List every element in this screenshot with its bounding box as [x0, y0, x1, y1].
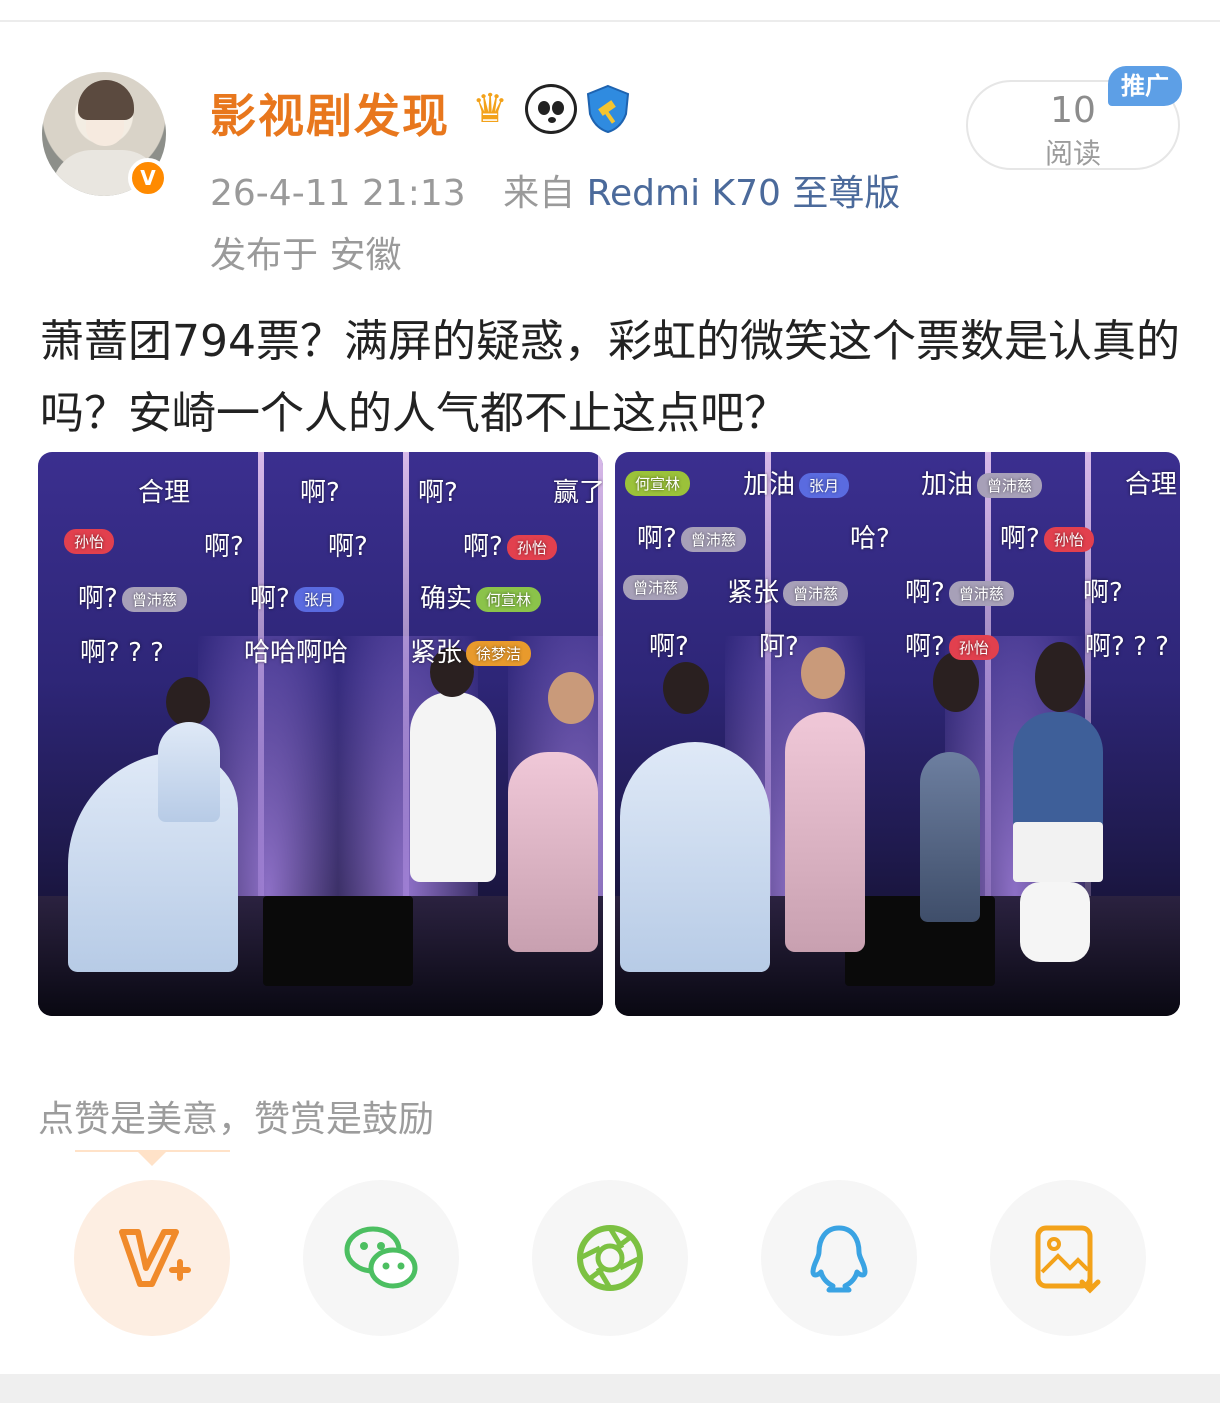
qq-icon [810, 1225, 868, 1293]
post-image-2[interactable]: 何宣林 加油 张月 加油 曾沛慈 合理 啊? 曾沛慈 哈? 啊? 孙怡 曾沛慈 紧张 曾沛… [615, 452, 1180, 1016]
danmaku: 孙怡 [60, 526, 115, 556]
reward-button[interactable] [74, 1180, 230, 1336]
danmaku: 阿? [759, 632, 799, 662]
danmaku: 加油 曾沛慈 [921, 464, 1043, 501]
danmaku: 啊? 孙怡 [905, 626, 999, 663]
dancer-head [801, 647, 845, 699]
panda-icon[interactable] [525, 84, 577, 134]
performer-head [166, 677, 210, 727]
dancer [508, 752, 598, 952]
danmaku: 曾沛慈 [619, 572, 689, 602]
danmaku: 啊? [649, 632, 689, 662]
dancer-head [548, 672, 594, 724]
read-label: 阅读 [1044, 137, 1101, 170]
reward-hint: 点赞是美意，赞赏是鼓励 [38, 1099, 435, 1140]
dancer [785, 712, 865, 952]
danmaku: 合理 [1125, 470, 1178, 500]
danmaku: 赢了 [553, 478, 603, 508]
danmaku: 啊? 张月 [250, 578, 344, 615]
moments-icon [577, 1225, 643, 1291]
performer-head [663, 662, 709, 714]
crown-icon[interactable]: ♛ [465, 84, 515, 134]
danmaku: 啊? ? ? [80, 638, 164, 668]
danmaku: 啊? [328, 532, 368, 562]
danmaku: 啊? 孙怡 [1000, 518, 1094, 555]
host-suit [410, 692, 496, 882]
dancer-head [1035, 642, 1085, 712]
save-image-icon [1035, 1225, 1101, 1294]
v-plus-icon [119, 1229, 191, 1287]
danmaku: 啊? [1083, 578, 1123, 608]
danmaku: 啊? 曾沛慈 [78, 578, 187, 615]
avatar-hair [78, 80, 134, 120]
danmaku: 啊? ? ? [1085, 632, 1169, 662]
bottom-bar [0, 1374, 1220, 1403]
danmaku: 加油 张月 [743, 464, 850, 501]
danmaku: 啊? 孙怡 [463, 526, 557, 563]
danmaku: 哈? [850, 524, 890, 554]
verified-v-icon: V [128, 158, 168, 198]
share-wechat-button[interactable] [303, 1180, 459, 1336]
danmaku: 合理 [138, 478, 191, 508]
danmaku: 紧张 曾沛慈 [727, 572, 849, 609]
danmaku: 确实 何宣林 [420, 578, 542, 615]
post-image-1[interactable]: 合理 啊? 啊? 赢了 孙怡 啊? 啊? 啊? 孙怡 啊? 曾沛慈 啊? 张月 确实何… [38, 452, 603, 1016]
post-meta: 26-4-11 21:13 来自 Redmi K70 至尊版 [210, 164, 900, 216]
device-link[interactable]: Redmi K70 至尊版 [587, 173, 901, 214]
performer-bodice [158, 722, 220, 822]
top-divider [0, 20, 1220, 22]
share-moments-button[interactable] [532, 1180, 688, 1336]
dancer-jeans [920, 752, 980, 922]
dancer-skirt [1013, 822, 1103, 882]
danmaku: 啊? [418, 478, 458, 508]
dancer-boots [1020, 882, 1090, 962]
danmaku: 何宣林 [621, 468, 691, 498]
danmaku: 啊? 曾沛慈 [905, 572, 1014, 609]
timestamp: 26-4-11 21:13 [210, 173, 466, 214]
danmaku: 哈哈啊哈 [244, 638, 349, 668]
shield-gavel-icon[interactable] [585, 84, 631, 134]
hint-caret [138, 1152, 166, 1166]
username[interactable]: 影视剧发现 [210, 80, 450, 146]
share-qq-button[interactable] [761, 1180, 917, 1336]
danmaku: 啊? [204, 532, 244, 562]
danmaku: 啊? [300, 478, 340, 508]
performer-gown [620, 742, 770, 972]
promo-badge[interactable]: 推广 [1108, 66, 1182, 106]
dancer-top [1013, 712, 1103, 832]
stage-speaker [263, 896, 413, 986]
danmaku: 紧张 徐梦洁 [410, 632, 532, 669]
danmaku: 啊? 曾沛慈 [637, 518, 746, 555]
post-text: 萧蔷团794票？满屏的疑惑，彩虹的微笑这个票数是认真的吗？安崎一个人的人气都不止… [40, 316, 1180, 439]
location: 发布于 安徽 [210, 235, 402, 276]
source-prefix: 来自 [503, 173, 576, 214]
wechat-icon [344, 1226, 418, 1289]
save-image-button[interactable] [990, 1180, 1146, 1336]
